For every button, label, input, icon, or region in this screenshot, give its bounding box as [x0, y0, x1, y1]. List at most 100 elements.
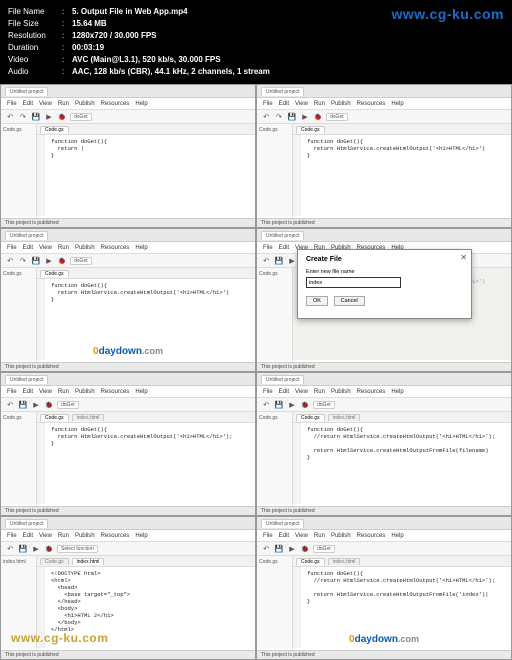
run-icon[interactable]: ▶: [31, 400, 41, 410]
code-editor[interactable]: function doGet(){ return HtmlService.cre…: [37, 279, 255, 360]
save-icon[interactable]: 💾: [274, 544, 284, 554]
function-select[interactable]: doGet: [326, 113, 348, 121]
debug-icon[interactable]: 🐞: [44, 544, 54, 554]
browser-tab[interactable]: Untitled project: [5, 375, 48, 384]
menu-resources[interactable]: Resources: [101, 533, 130, 539]
run-icon[interactable]: ▶: [300, 112, 310, 122]
sidebar-file[interactable]: Code.gs: [3, 127, 34, 133]
debug-icon[interactable]: 🐞: [57, 112, 67, 122]
menu-view[interactable]: View: [295, 533, 308, 539]
browser-tab[interactable]: Untitled project: [261, 231, 304, 240]
menu-file[interactable]: File: [7, 245, 17, 251]
undo-icon[interactable]: ↶: [5, 544, 15, 554]
save-icon[interactable]: 💾: [18, 400, 28, 410]
menu-run[interactable]: Run: [314, 533, 325, 539]
debug-icon[interactable]: 🐞: [300, 400, 310, 410]
file-sidebar[interactable]: Code.gs: [257, 268, 293, 360]
run-icon[interactable]: ▶: [44, 112, 54, 122]
sidebar-file[interactable]: Code.gs: [3, 271, 34, 277]
menu-publish[interactable]: Publish: [75, 101, 95, 107]
file-tab-code[interactable]: Code.gs: [296, 126, 325, 133]
menu-view[interactable]: View: [39, 245, 52, 251]
menu-view[interactable]: View: [295, 101, 308, 107]
sidebar-file[interactable]: index.html: [3, 559, 34, 565]
file-tab-code[interactable]: Code.gs: [296, 414, 325, 421]
file-tab-index[interactable]: index.html: [72, 558, 105, 565]
menu-resources[interactable]: Resources: [101, 101, 130, 107]
sidebar-file[interactable]: Code.gs: [259, 127, 290, 133]
menu-run[interactable]: Run: [58, 389, 69, 395]
function-select[interactable]: doGet: [57, 401, 79, 409]
menu-publish[interactable]: Publish: [331, 101, 351, 107]
debug-icon[interactable]: 🐞: [57, 256, 67, 266]
code-editor[interactable]: function doGet(){ //return HtmlService.c…: [293, 423, 511, 504]
run-icon[interactable]: ▶: [287, 544, 297, 554]
menu-file[interactable]: File: [263, 389, 273, 395]
undo-icon[interactable]: ↶: [261, 112, 271, 122]
menu-file[interactable]: File: [7, 533, 17, 539]
run-icon[interactable]: ▶: [287, 256, 297, 266]
save-icon[interactable]: 💾: [287, 112, 297, 122]
menu-run[interactable]: Run: [58, 533, 69, 539]
code-editor[interactable]: function doGet(){ return HtmlService.cre…: [37, 423, 255, 504]
menu-file[interactable]: File: [263, 533, 273, 539]
menu-help[interactable]: Help: [135, 101, 147, 107]
menu-edit[interactable]: Edit: [23, 533, 33, 539]
menu-help[interactable]: Help: [391, 101, 403, 107]
debug-icon[interactable]: 🐞: [300, 544, 310, 554]
run-icon[interactable]: ▶: [44, 256, 54, 266]
function-select[interactable]: Select function: [57, 545, 98, 553]
function-select[interactable]: doGet: [313, 545, 335, 553]
file-sidebar[interactable]: Code.gs: [1, 412, 37, 504]
menu-run[interactable]: Run: [314, 389, 325, 395]
menu-edit[interactable]: Edit: [279, 389, 289, 395]
run-icon[interactable]: ▶: [287, 400, 297, 410]
cancel-button[interactable]: Cancel: [334, 296, 365, 306]
file-tab-index[interactable]: index.html: [72, 414, 105, 421]
save-icon[interactable]: 💾: [274, 256, 284, 266]
undo-icon[interactable]: ↶: [261, 544, 271, 554]
save-icon[interactable]: 💾: [31, 256, 41, 266]
menu-resources[interactable]: Resources: [357, 101, 386, 107]
function-select[interactable]: doGet: [70, 257, 92, 265]
close-icon[interactable]: ✕: [460, 253, 467, 262]
menu-edit[interactable]: Edit: [279, 533, 289, 539]
filename-input[interactable]: [306, 277, 401, 288]
menu-resources[interactable]: Resources: [101, 245, 130, 251]
browser-tab[interactable]: Untitled project: [261, 375, 304, 384]
menu-edit[interactable]: Edit: [279, 245, 289, 251]
code-editor[interactable]: <!DOCTYPE html> <html> <head> <base targ…: [37, 567, 255, 648]
menu-help[interactable]: Help: [135, 533, 147, 539]
file-sidebar[interactable]: Code.gs: [1, 268, 37, 360]
menu-edit[interactable]: Edit: [23, 389, 33, 395]
undo-icon[interactable]: ↶: [5, 112, 15, 122]
menu-run[interactable]: Run: [314, 101, 325, 107]
menu-view[interactable]: View: [295, 389, 308, 395]
sidebar-file[interactable]: Code.gs: [3, 415, 34, 421]
menu-edit[interactable]: Edit: [23, 245, 33, 251]
save-icon[interactable]: 💾: [274, 400, 284, 410]
menu-run[interactable]: Run: [58, 245, 69, 251]
menu-publish[interactable]: Publish: [331, 389, 351, 395]
file-tab-code[interactable]: Code.gs: [40, 270, 69, 277]
browser-tab[interactable]: Untitled project: [5, 519, 48, 528]
menu-edit[interactable]: Edit: [23, 101, 33, 107]
menu-publish[interactable]: Publish: [75, 533, 95, 539]
file-tab-code[interactable]: Code.gs: [40, 558, 69, 565]
save-icon[interactable]: 💾: [18, 544, 28, 554]
file-tab-index[interactable]: index.html: [328, 414, 361, 421]
file-sidebar[interactable]: index.html: [1, 556, 37, 648]
menu-edit[interactable]: Edit: [279, 101, 289, 107]
file-tab-code[interactable]: Code.gs: [40, 414, 69, 421]
undo-icon[interactable]: ↶: [5, 400, 15, 410]
browser-tab[interactable]: Untitled project: [261, 519, 304, 528]
code-editor[interactable]: function doGet(){ return | }: [37, 135, 255, 216]
file-sidebar[interactable]: Code.gs: [257, 124, 293, 216]
file-sidebar[interactable]: Code.gs: [257, 556, 293, 648]
debug-icon[interactable]: 🐞: [313, 112, 323, 122]
ok-button[interactable]: OK: [306, 296, 328, 306]
browser-tab[interactable]: Untitled project: [5, 231, 48, 240]
menu-view[interactable]: View: [39, 533, 52, 539]
undo-icon[interactable]: ↶: [261, 256, 271, 266]
undo-icon[interactable]: ↶: [5, 256, 15, 266]
